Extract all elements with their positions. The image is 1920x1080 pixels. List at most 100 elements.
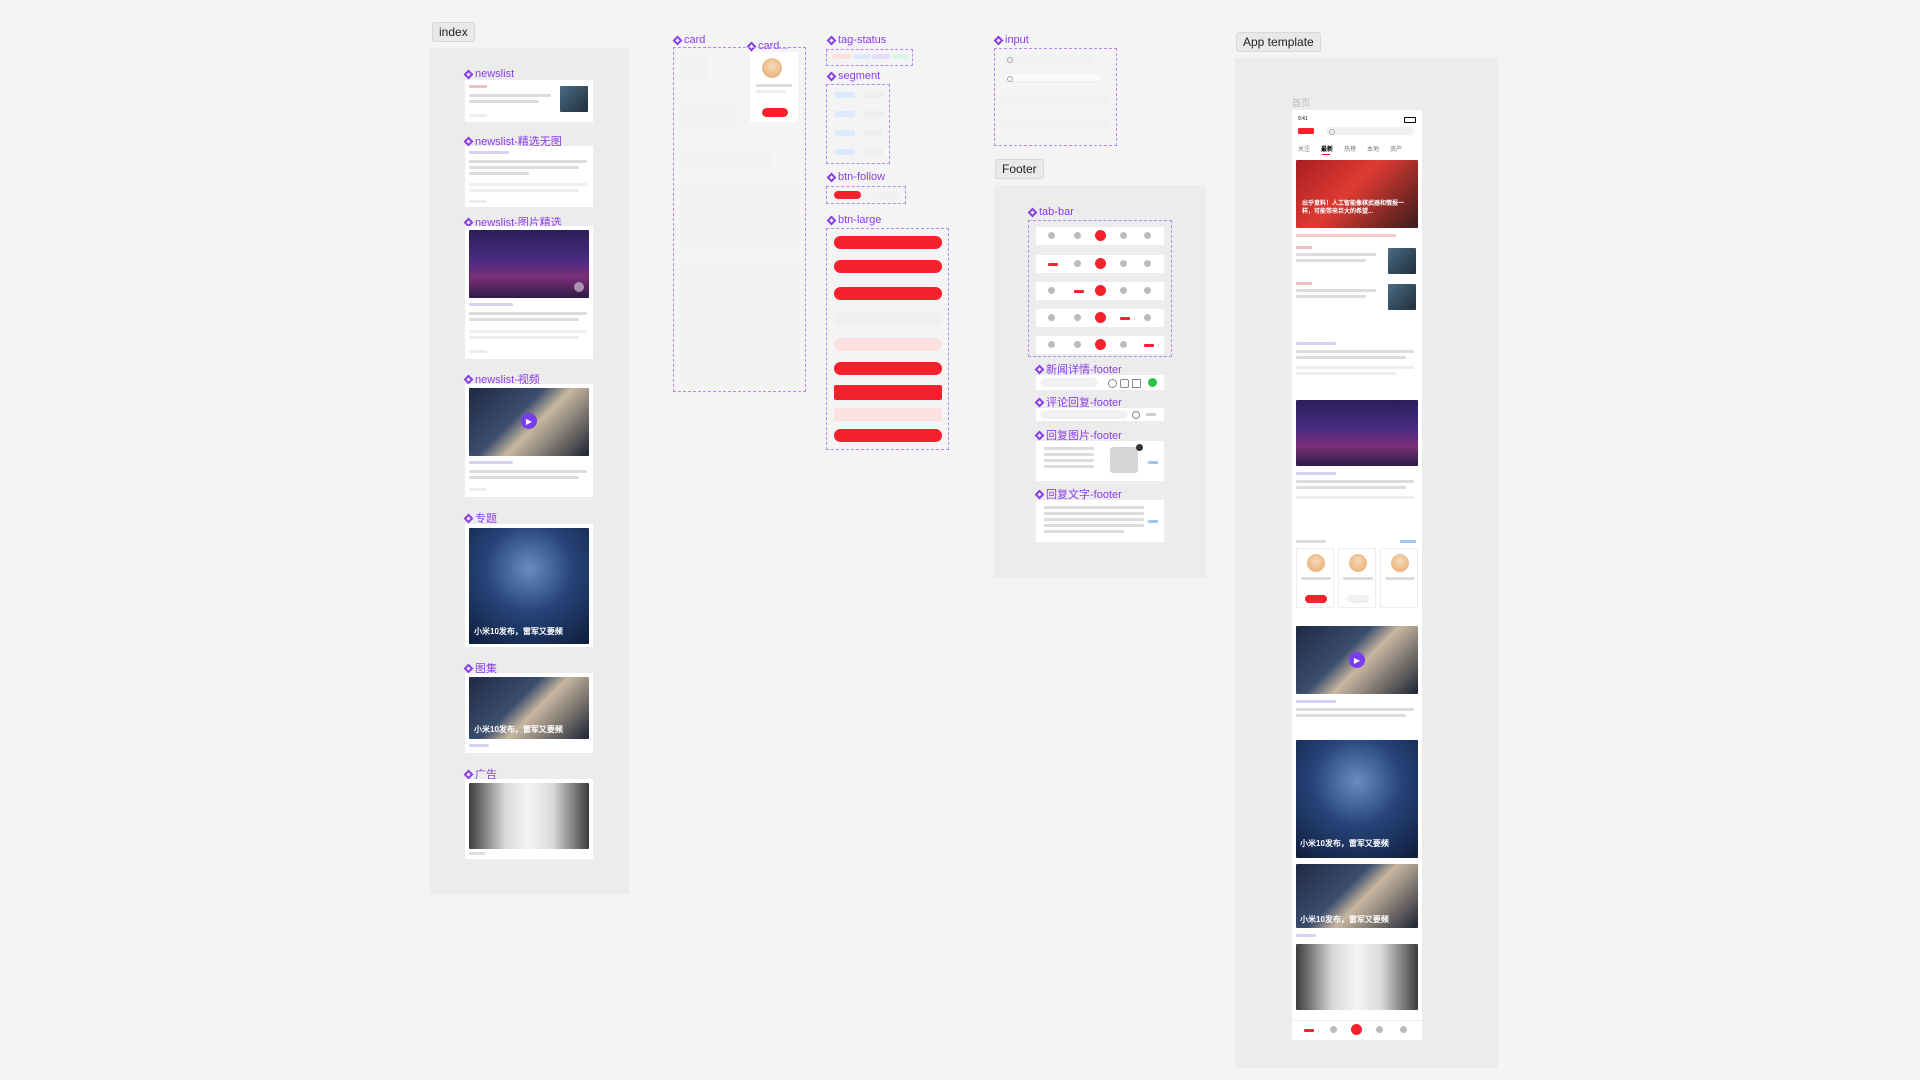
reply-image-footer[interactable]	[1036, 441, 1164, 481]
home-icon[interactable]	[1048, 232, 1055, 239]
home-icon[interactable]	[1048, 314, 1055, 321]
followed-button[interactable]	[1347, 595, 1369, 603]
recommend-author-card[interactable]	[1380, 548, 1418, 608]
app-tab-1[interactable]: 最新	[1321, 144, 1333, 153]
segment-option-active[interactable]	[835, 92, 855, 98]
newslist-nopic-card[interactable]	[465, 146, 593, 207]
segment-option[interactable]	[863, 111, 883, 117]
home-icon[interactable]	[1048, 341, 1055, 348]
app-tab-3[interactable]: 本地	[1367, 144, 1379, 153]
publish-icon[interactable]	[1095, 339, 1106, 350]
component-label-segment[interactable]: segment	[826, 70, 880, 82]
user-icon[interactable]	[1400, 1026, 1407, 1033]
headline-video[interactable]	[1296, 160, 1418, 228]
topic-card[interactable]: 小米10发布，雷军又要频	[465, 524, 593, 647]
comment-input[interactable]	[1040, 378, 1098, 387]
large-button-square[interactable]	[834, 385, 942, 400]
user-icon[interactable]	[1144, 260, 1151, 267]
text-input[interactable]	[1002, 118, 1109, 132]
follow-button[interactable]	[762, 108, 788, 117]
discover-icon[interactable]	[1376, 1026, 1383, 1033]
component-label-btn-follow[interactable]: btn-follow	[826, 171, 885, 183]
large-button-secondary[interactable]	[834, 313, 942, 326]
search-input-filled[interactable]	[1003, 73, 1103, 82]
user-icon[interactable]	[1144, 287, 1151, 294]
publish-icon[interactable]	[1095, 312, 1106, 323]
component-label-btn-large[interactable]: btn-large	[826, 214, 881, 226]
tab-home[interactable]	[1304, 1029, 1314, 1032]
location-icon[interactable]	[1074, 232, 1081, 239]
app-tab-2[interactable]: 热榜	[1344, 144, 1356, 153]
wechat-icon[interactable]	[1148, 378, 1157, 387]
follow-button[interactable]	[1305, 595, 1327, 603]
component-label-newslist[interactable]: newslist	[463, 68, 514, 80]
segment-option-active[interactable]	[835, 130, 855, 136]
component-label-input[interactable]: input	[993, 34, 1029, 46]
comment-icon[interactable]	[1108, 379, 1117, 388]
send-button[interactable]	[1148, 461, 1158, 464]
segment-option-active[interactable]	[835, 149, 855, 155]
send-button[interactable]	[1148, 520, 1158, 523]
segment-option[interactable]	[863, 130, 883, 136]
like-icon[interactable]	[1120, 379, 1129, 388]
location-icon[interactable]	[1074, 260, 1081, 267]
home-icon[interactable]	[1048, 287, 1055, 294]
large-button-primary[interactable]	[834, 260, 942, 273]
discover-icon[interactable]	[1120, 341, 1127, 348]
close-icon[interactable]	[1136, 444, 1143, 451]
publish-icon[interactable]	[1351, 1024, 1362, 1035]
user-icon[interactable]	[1144, 232, 1151, 239]
discover-icon[interactable]	[1120, 287, 1127, 294]
play-icon[interactable]: ▶	[1349, 652, 1365, 668]
news-detail-footer[interactable]	[1036, 375, 1164, 390]
reply-text-footer[interactable]	[1036, 500, 1164, 542]
reply-input[interactable]	[1040, 410, 1128, 419]
recommend-author-card[interactable]	[1296, 548, 1334, 608]
ad-image[interactable]	[1296, 944, 1418, 1010]
app-tab-0[interactable]: 关注	[1298, 144, 1310, 153]
component-label-tag-status[interactable]: tag-status	[826, 34, 886, 46]
follow-button[interactable]	[834, 191, 861, 199]
user-icon[interactable]	[1144, 344, 1154, 347]
component-label-tab-bar[interactable]: tab-bar	[1027, 206, 1074, 218]
discover-icon[interactable]	[1120, 260, 1127, 267]
frame-tab-app-template[interactable]: App template	[1236, 32, 1321, 52]
send-button[interactable]	[1146, 413, 1156, 416]
recommend-more[interactable]	[1400, 540, 1416, 543]
segment-option[interactable]	[863, 149, 883, 155]
publish-icon[interactable]	[1095, 230, 1106, 241]
segment-option-active[interactable]	[835, 111, 855, 117]
emoji-icon[interactable]	[1132, 411, 1140, 419]
location-icon[interactable]	[1074, 314, 1081, 321]
newslist-pic-card[interactable]	[465, 226, 593, 359]
recommend-author-card[interactable]	[1338, 548, 1376, 608]
component-label-card[interactable]: card	[672, 34, 705, 46]
featured-image[interactable]	[1296, 400, 1418, 466]
followed-button[interactable]	[872, 191, 899, 199]
gallery-card[interactable]: 小米10发布，雷军又要频	[465, 673, 593, 753]
segment-option[interactable]	[863, 92, 883, 98]
large-button-primary[interactable]	[834, 429, 942, 442]
app-tab-4[interactable]: 资产	[1390, 144, 1402, 153]
share-icon[interactable]	[1132, 379, 1141, 388]
publish-icon[interactable]	[1095, 285, 1106, 296]
newslist-video-card[interactable]: ▶	[465, 384, 593, 497]
large-button-primary[interactable]	[834, 236, 942, 249]
ad-card[interactable]	[465, 779, 593, 859]
play-icon[interactable]: ▶	[521, 413, 537, 429]
home-icon[interactable]	[1048, 263, 1058, 266]
large-button-primary[interactable]	[834, 287, 942, 300]
frame-tab-footer[interactable]: Footer	[995, 159, 1044, 179]
search-input[interactable]	[1003, 55, 1095, 64]
newslist-card[interactable]	[465, 80, 593, 122]
publish-icon[interactable]	[1095, 258, 1106, 269]
discover-icon[interactable]	[1120, 317, 1130, 320]
location-icon[interactable]	[1074, 290, 1084, 293]
large-button-primary[interactable]	[834, 362, 942, 375]
app-search-input[interactable]	[1326, 127, 1414, 135]
comment-reply-footer[interactable]	[1036, 408, 1164, 421]
follow-author-card[interactable]	[750, 52, 798, 122]
text-input[interactable]	[1002, 94, 1109, 108]
user-icon[interactable]	[1144, 314, 1151, 321]
discover-icon[interactable]	[1120, 232, 1127, 239]
